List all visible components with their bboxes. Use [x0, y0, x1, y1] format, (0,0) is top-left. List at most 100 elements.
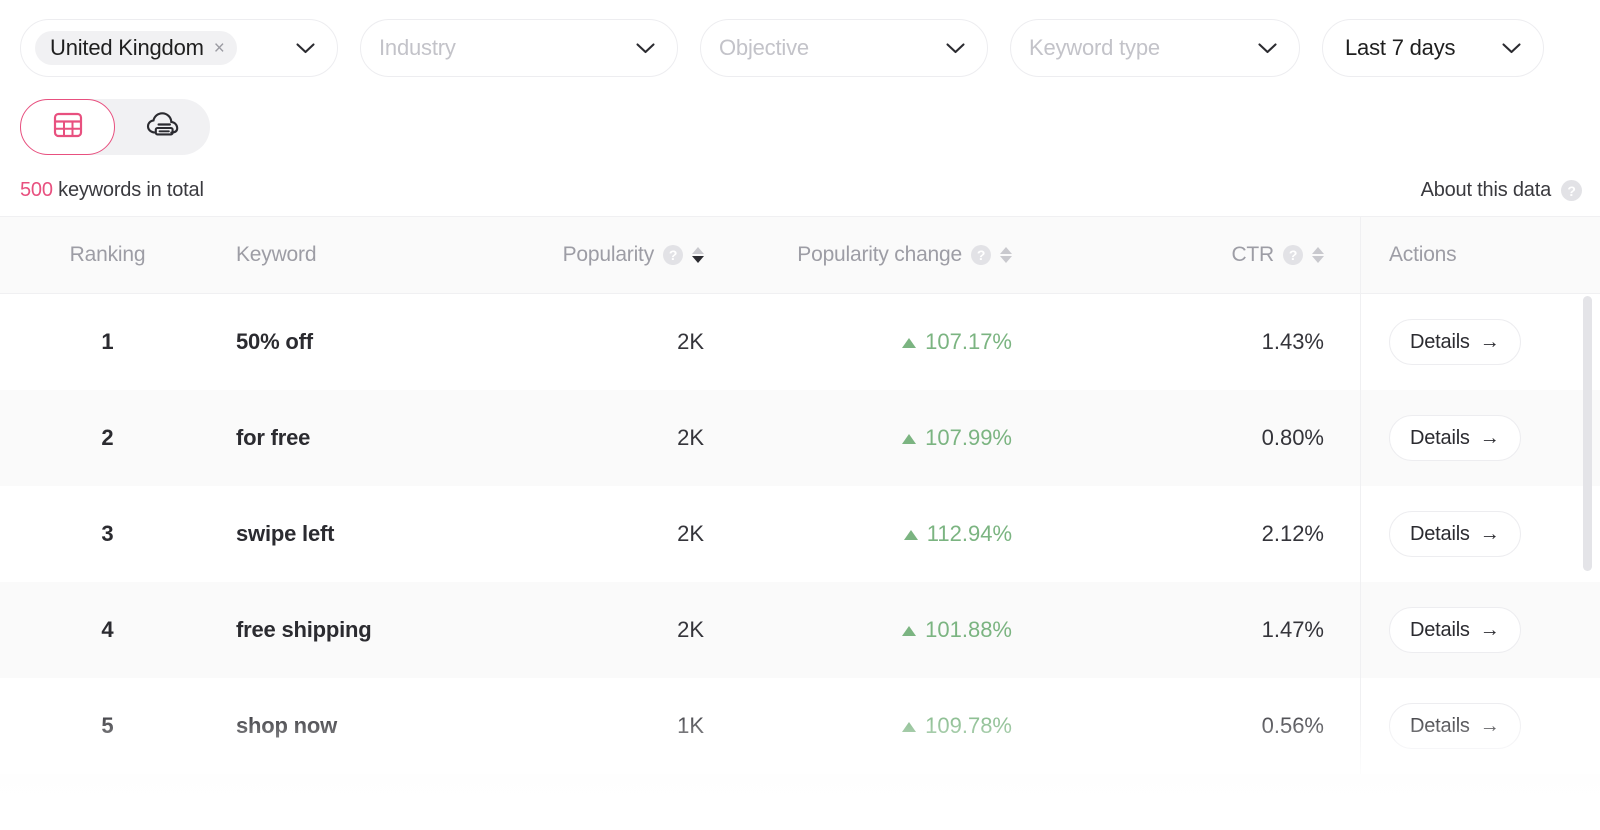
- details-button-label: Details: [1410, 715, 1470, 738]
- details-button[interactable]: Details →: [1389, 415, 1521, 461]
- table-grid-icon: [53, 111, 83, 144]
- column-header-actions-label: Actions: [1389, 243, 1456, 267]
- details-button-label: Details: [1410, 331, 1470, 354]
- about-this-data[interactable]: About this data ?: [1421, 179, 1582, 202]
- totals-row: 500 keywords in total About this data ?: [0, 155, 1600, 202]
- column-header-keyword: Keyword: [215, 243, 525, 267]
- cell-popularity-change-value: 101.88%: [925, 617, 1012, 643]
- table-body: 150% off2K107.17%1.43%Details→2for free2…: [0, 294, 1600, 806]
- sort-toggle-ctr[interactable]: [1312, 247, 1324, 263]
- trend-up-icon: [902, 722, 916, 732]
- cell-ctr: 2.12%: [1065, 521, 1360, 547]
- column-header-ctr[interactable]: CTR ?: [1065, 243, 1360, 267]
- sort-toggle-popularity-change[interactable]: [1000, 247, 1012, 263]
- trend-up-icon: [904, 530, 918, 540]
- cell-actions: Details →: [1360, 294, 1600, 390]
- arrow-right-icon: →: [1480, 331, 1500, 354]
- view-toggle-row: [0, 77, 1600, 155]
- cell-keyword: free shipping: [215, 617, 525, 643]
- cell-keyword: swipe left: [215, 521, 525, 547]
- table-row: 150% off2K 107.17% 1.43% Details →: [0, 294, 1600, 390]
- keyword-total-count: 500: [20, 179, 53, 201]
- cell-ranking: 1: [0, 329, 215, 355]
- cell-keyword: shop now: [215, 713, 525, 739]
- scrollbar-thumb[interactable]: [1583, 296, 1592, 571]
- cell-popularity: 2K: [525, 521, 735, 547]
- help-icon[interactable]: ?: [663, 245, 683, 265]
- column-header-ctr-label: CTR: [1231, 243, 1274, 267]
- arrow-right-icon: →: [1480, 715, 1500, 738]
- cell-popularity: 2K: [525, 425, 735, 451]
- chevron-down-icon: [636, 43, 655, 54]
- country-chip-remove-icon[interactable]: ×: [214, 39, 225, 58]
- keyword-total: 500 keywords in total: [20, 179, 204, 202]
- cell-ctr: 1.47%: [1065, 617, 1360, 643]
- filter-country[interactable]: United Kingdom ×: [20, 19, 338, 77]
- column-header-popularity-change[interactable]: Popularity change ?: [735, 243, 1065, 267]
- details-button[interactable]: Details →: [1389, 511, 1521, 557]
- column-header-ranking: Ranking: [0, 243, 215, 267]
- filter-keyword-type-placeholder: Keyword type: [1029, 35, 1160, 61]
- details-button[interactable]: Details →: [1389, 703, 1521, 749]
- chevron-down-icon: [1502, 43, 1521, 54]
- filter-bar: United Kingdom × Industry Objective Keyw…: [0, 0, 1600, 77]
- table-row: 3swipe left2K 112.94% 2.12% Details →: [0, 486, 1600, 582]
- details-button-label: Details: [1410, 619, 1470, 642]
- column-header-popularity[interactable]: Popularity ?: [525, 243, 735, 267]
- cell-popularity: 2K: [525, 617, 735, 643]
- table-row: 5shop now1K109.78%0.56%Details→: [0, 678, 1600, 774]
- filter-keyword-type[interactable]: Keyword type: [1010, 19, 1300, 77]
- cell-popularity-change: 109.78%: [735, 713, 1065, 739]
- keyword-total-label: keywords in total: [53, 179, 204, 201]
- table-row: [0, 774, 1600, 806]
- view-toggle-cloud[interactable]: [115, 99, 210, 155]
- filter-objective[interactable]: Objective: [700, 19, 988, 77]
- cell-popularity-change: 101.88%: [735, 617, 1065, 643]
- cell-ranking: 2: [0, 425, 215, 451]
- table-header-row: Ranking Keyword Popularity ? Popularity …: [0, 216, 1600, 294]
- cell-actions: Details →: [1360, 390, 1600, 486]
- table-row: 4free shipping2K 101.88% 1.47% Details→: [0, 582, 1600, 678]
- help-icon[interactable]: ?: [971, 245, 991, 265]
- country-chip: United Kingdom ×: [35, 31, 237, 65]
- cell-ctr: 0.56%: [1065, 713, 1360, 739]
- column-header-keyword-label: Keyword: [236, 243, 316, 267]
- column-header-actions: Actions: [1360, 217, 1600, 293]
- filter-date-range[interactable]: Last 7 days: [1322, 19, 1544, 77]
- details-button[interactable]: Details →: [1389, 319, 1521, 365]
- arrow-right-icon: →: [1480, 523, 1500, 546]
- sort-toggle-popularity[interactable]: [692, 247, 704, 263]
- cell-actions: Details→: [1360, 582, 1600, 678]
- help-icon[interactable]: ?: [1283, 245, 1303, 265]
- cell-keyword: 50% off: [215, 329, 525, 355]
- about-this-data-label: About this data: [1421, 179, 1551, 202]
- cell-popularity-change-value: 112.94%: [927, 521, 1012, 547]
- column-header-popularity-change-label: Popularity change: [797, 243, 962, 267]
- trend-up-icon: [902, 626, 916, 636]
- cell-popularity-change-value: 107.17%: [925, 329, 1012, 355]
- cell-ctr: 0.80%: [1065, 425, 1360, 451]
- cell-popularity-change: 107.99%: [735, 425, 1065, 451]
- trend-up-icon: [902, 338, 916, 348]
- view-toggle-table[interactable]: [20, 99, 115, 155]
- arrow-right-icon: →: [1480, 427, 1500, 450]
- table-row: 2for free2K107.99%0.80%Details→: [0, 390, 1600, 486]
- cell-ranking: 3: [0, 521, 215, 547]
- cell-popularity-change-value: 109.78%: [925, 713, 1012, 739]
- help-icon[interactable]: ?: [1561, 180, 1582, 201]
- chevron-down-icon: [296, 43, 315, 54]
- details-button-label: Details: [1410, 523, 1470, 546]
- cell-ranking: 4: [0, 617, 215, 643]
- cell-popularity-change: 112.94%: [735, 521, 1065, 547]
- cell-popularity: 2K: [525, 329, 735, 355]
- column-header-popularity-label: Popularity: [563, 243, 654, 267]
- details-button-label: Details: [1410, 427, 1470, 450]
- details-button[interactable]: Details→: [1389, 607, 1521, 653]
- chevron-down-icon: [946, 43, 965, 54]
- trend-up-icon: [902, 434, 916, 444]
- filter-industry[interactable]: Industry: [360, 19, 678, 77]
- cell-ctr: 1.43%: [1065, 329, 1360, 355]
- filter-objective-placeholder: Objective: [719, 35, 809, 61]
- filter-date-range-value: Last 7 days: [1345, 35, 1455, 61]
- cell-actions: Details →: [1360, 678, 1600, 774]
